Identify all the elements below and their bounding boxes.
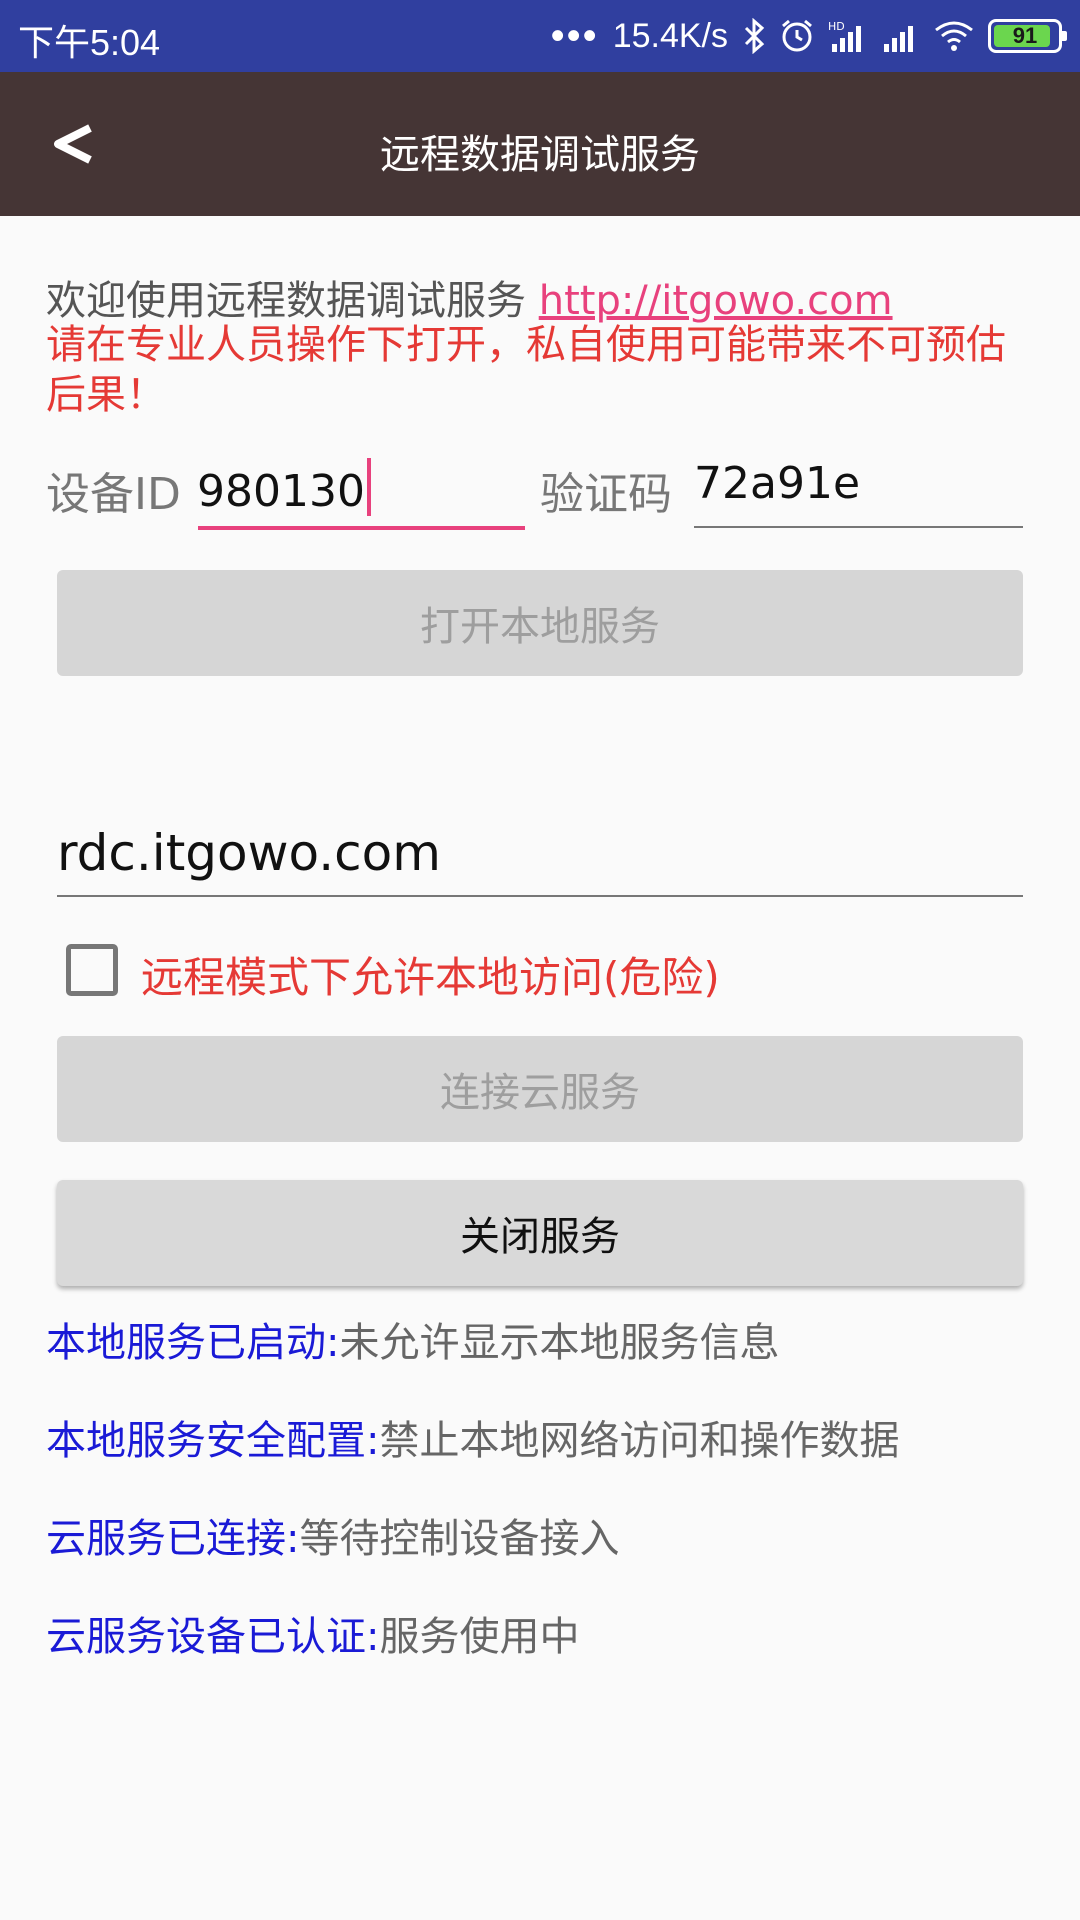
allow-local-access-label: 远程模式下允许本地访问(危险) bbox=[141, 953, 720, 1002]
dots-icon: ••• bbox=[550, 14, 599, 58]
verify-code-underline bbox=[694, 526, 1023, 528]
alarm-icon bbox=[782, 19, 812, 52]
status-key: 本地服务已启动: bbox=[46, 1320, 340, 1366]
device-id-field[interactable]: 980130 bbox=[197, 458, 371, 517]
page-title: 远程数据调试服务 bbox=[380, 132, 700, 178]
status-bar: 下午5:04 ••• 15.4K/s HD 91 bbox=[0, 0, 1080, 72]
verify-code-field[interactable]: 72a91e bbox=[694, 458, 860, 509]
server-host-underline bbox=[57, 895, 1023, 897]
status-key: 本地服务安全配置: bbox=[46, 1418, 380, 1464]
website-link[interactable]: http://itgowo.com bbox=[539, 278, 893, 324]
battery-level: 91 bbox=[1012, 23, 1038, 48]
status-key: 云服务已连接: bbox=[46, 1516, 300, 1562]
open-local-service-button[interactable]: 打开本地服务 bbox=[57, 570, 1023, 676]
app-bar: 远程数据调试服务 bbox=[0, 72, 1080, 216]
welcome-label: 欢迎使用远程数据调试服务 bbox=[46, 278, 539, 324]
bluetooth-icon bbox=[744, 18, 765, 54]
hd-signal-icon: HD bbox=[828, 20, 861, 52]
close-service-button[interactable]: 关闭服务 bbox=[57, 1180, 1023, 1286]
status-line: 本地服务已启动:未允许显示本地服务信息 bbox=[46, 1310, 779, 1368]
status-icons: ••• 15.4K/s HD 91 bbox=[550, 10, 1067, 62]
warning-text: 请在专业人员操作下打开，私自使用可能带来不可预估后果！ bbox=[46, 322, 1006, 418]
status-value: 服务使用中 bbox=[379, 1614, 580, 1660]
status-key: 云服务设备已认证: bbox=[46, 1614, 380, 1660]
wifi-icon bbox=[935, 21, 973, 51]
status-line: 云服务设备已认证:服务使用中 bbox=[46, 1604, 579, 1662]
svg-text:HD: HD bbox=[828, 20, 845, 33]
status-value: 禁止本地网络访问和操作数据 bbox=[379, 1418, 900, 1464]
welcome-text: 欢迎使用远程数据调试服务 http://itgowo.com bbox=[46, 268, 893, 326]
status-line: 云服务已连接:等待控制设备接入 bbox=[46, 1506, 619, 1564]
connect-cloud-button[interactable]: 连接云服务 bbox=[57, 1036, 1023, 1142]
text-cursor bbox=[366, 458, 371, 516]
device-id-label: 设备ID bbox=[46, 469, 181, 520]
status-time: 下午5:04 bbox=[18, 22, 161, 63]
device-id-value: 980130 bbox=[197, 466, 365, 517]
allow-local-access-checkbox[interactable] bbox=[66, 944, 118, 996]
status-line: 本地服务安全配置:禁止本地网络访问和操作数据 bbox=[46, 1408, 899, 1466]
device-id-underline bbox=[198, 526, 525, 530]
signal-icon bbox=[884, 26, 913, 52]
status-value: 等待控制设备接入 bbox=[299, 1516, 620, 1562]
status-value: 未允许显示本地服务信息 bbox=[339, 1320, 780, 1366]
network-speed: 15.4K/s bbox=[612, 16, 728, 55]
battery-icon: 91 bbox=[988, 19, 1067, 53]
verify-code-label: 验证码 bbox=[540, 469, 672, 520]
server-host-field[interactable]: rdc.itgowo.com bbox=[57, 824, 441, 882]
